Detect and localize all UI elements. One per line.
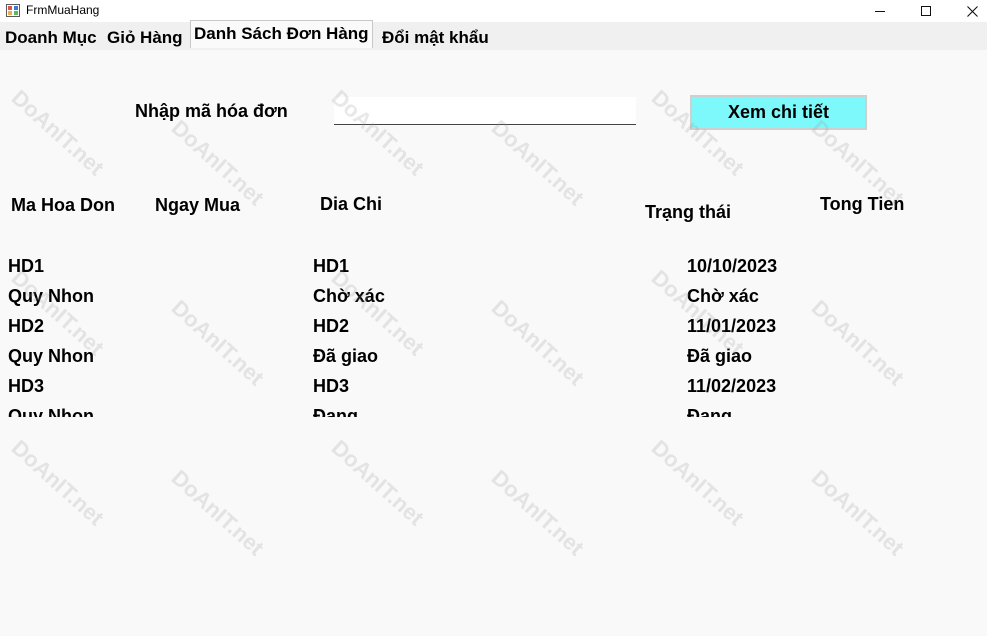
list-cell: Đang — [313, 406, 358, 417]
list-cell: Chờ xác — [313, 286, 385, 306]
maximize-icon — [921, 6, 931, 16]
tab-gio-hang[interactable]: Giỏ Hàng — [104, 25, 186, 51]
view-details-button[interactable]: Xem chi tiết — [690, 95, 867, 130]
tab-danh-sach-don-hang[interactable]: Danh Sách Đơn Hàng — [190, 20, 373, 48]
maximize-button[interactable] — [903, 0, 949, 22]
tab-doi-mat-khau[interactable]: Đổi mật khẩu — [379, 25, 492, 51]
title-bar: FrmMuaHang — [0, 0, 987, 22]
minimize-button[interactable] — [857, 0, 903, 22]
list-cell: Chờ xác — [687, 286, 759, 306]
order-list-panel: Nhập mã hóa đơn Xem chi tiết Ma Hoa Don … — [0, 50, 987, 636]
order-list: HD1 HD1 10/10/2023 Quy Nhon Chờ xác Chờ … — [0, 250, 987, 417]
column-header-ngay-mua: Ngay Mua — [155, 195, 241, 215]
close-button[interactable] — [949, 0, 987, 22]
close-icon — [966, 5, 978, 17]
search-label: Nhập mã hóa đơn — [135, 101, 288, 121]
column-header-dia-chi: Dia Chi — [320, 194, 383, 214]
list-cell: HD2 — [313, 316, 350, 336]
list-cell: Quy Nhon — [8, 406, 94, 417]
window-title: FrmMuaHang — [26, 3, 100, 17]
list-cell: 11/01/2023 — [687, 316, 777, 336]
list-cell: HD3 — [8, 376, 45, 396]
list-cell: HD1 — [8, 256, 45, 276]
tab-doanh-muc[interactable]: Doanh Mục — [2, 25, 100, 51]
column-header-tong-tien: Tong Tien — [820, 194, 905, 214]
minimize-icon — [875, 10, 885, 12]
list-cell: 10/10/2023 — [687, 256, 778, 276]
list-cell: 11/02/2023 — [687, 376, 777, 396]
list-cell: Đang — [687, 406, 732, 417]
column-header-trang-thai: Trạng thái — [645, 202, 732, 222]
order-id-input[interactable] — [334, 97, 636, 125]
list-cell: HD3 — [313, 376, 350, 396]
tab-strip: Doanh Mục Giỏ Hàng Danh Sách Đơn Hàng Đổ… — [0, 20, 987, 51]
list-cell: HD2 — [8, 316, 45, 336]
app-icon — [6, 4, 20, 17]
list-cell: Quy Nhon — [8, 346, 94, 366]
column-header-ma-hoa-don: Ma Hoa Don — [11, 195, 116, 215]
list-cell: Quy Nhon — [8, 286, 94, 306]
list-cell: Đã giao — [687, 346, 753, 366]
list-cell: HD1 — [313, 256, 350, 276]
list-cell: Đã giao — [313, 346, 379, 366]
